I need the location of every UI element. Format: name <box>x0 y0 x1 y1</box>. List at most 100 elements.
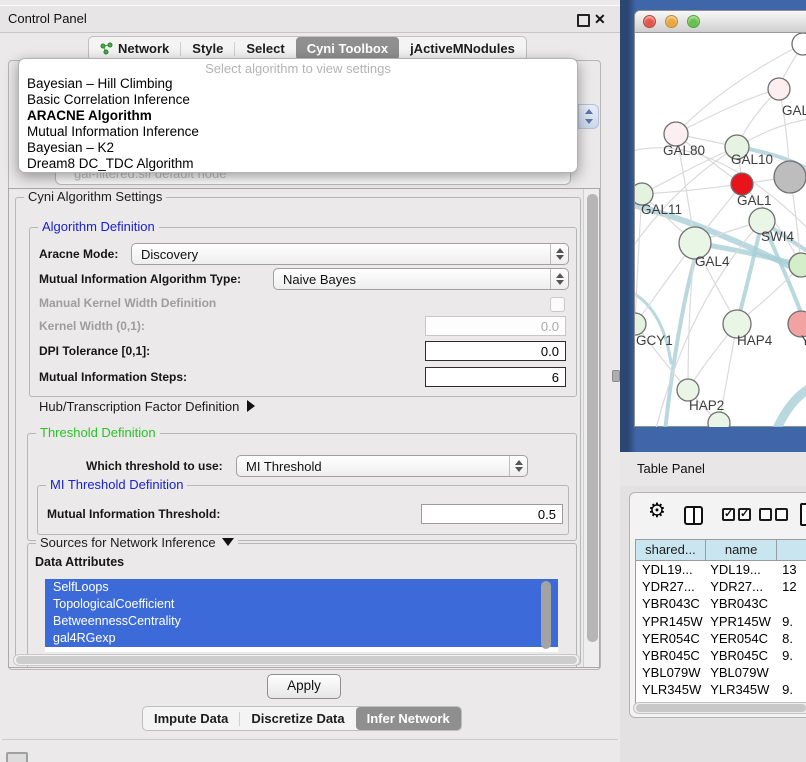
close-traffic-light-icon[interactable] <box>643 15 656 28</box>
zoom-traffic-light-icon[interactable] <box>687 15 700 28</box>
node-unlabeled[interactable] <box>774 161 806 193</box>
attribute-item-topologicalcoefficient[interactable]: TopologicalCoefficient <box>45 596 558 613</box>
table-row[interactable]: YER054CYER054C8. <box>636 630 806 647</box>
table-cell[interactable]: 8. <box>778 630 806 647</box>
kernel-width-input[interactable] <box>425 316 566 336</box>
table-cell[interactable]: YDL19... <box>636 561 706 578</box>
table-cell[interactable]: YDL19... <box>706 561 778 578</box>
tab-style[interactable]: Style <box>181 37 234 60</box>
float-window-icon[interactable] <box>577 14 590 27</box>
algorithm-option-aracne-algorithm[interactable]: ARACNE Algorithm <box>19 108 577 124</box>
settings-scrollbar-thumb[interactable] <box>587 194 598 642</box>
table-cell[interactable]: YBL079W <box>636 664 706 681</box>
aracne-mode-label: Aracne Mode: <box>39 243 118 265</box>
table-cell[interactable]: YBR045C <box>706 647 778 664</box>
table-cell[interactable]: YBR043C <box>636 595 706 612</box>
column-header-shared-name[interactable]: shared... <box>636 540 706 560</box>
manual-kernel-checkbox[interactable] <box>550 297 565 312</box>
hub-definition-toggle[interactable]: Hub/Transcription Factor Definition <box>39 399 255 414</box>
table-row[interactable]: YPR145WYPR145W9. <box>636 613 806 630</box>
algorithm-option-bayesian-hill-climbing[interactable]: Bayesian – Hill Climbing <box>19 76 577 92</box>
table-cell[interactable]: 9. <box>778 681 806 698</box>
table-cell[interactable]: YBR043C <box>706 595 778 612</box>
dpi-tolerance-input[interactable] <box>425 341 566 361</box>
column-header-name[interactable]: name <box>706 540 778 560</box>
gear-icon[interactable]: ⚙ <box>648 498 666 523</box>
column-header-partial[interactable] <box>777 540 806 560</box>
which-threshold-combo[interactable]: MI Threshold <box>236 455 528 477</box>
mi-threshold-input[interactable] <box>421 504 563 524</box>
table-cell[interactable]: 12 <box>778 578 806 595</box>
table-cell[interactable]: YBL079W <box>706 664 778 681</box>
table-scrollbar-thumb[interactable] <box>636 704 806 712</box>
table-row[interactable]: YDL19...YDL19...13 <box>636 561 806 578</box>
table-row[interactable]: YLR345WYLR345W9. <box>636 681 806 698</box>
combo-stepper-icon[interactable] <box>509 456 527 476</box>
node-unlabeled[interactable] <box>789 253 806 277</box>
algorithm-option-dream8-dc-tdc-algorithm[interactable]: Dream8 DC_TDC Algorithm <box>19 156 577 172</box>
tab-infer-network[interactable]: Infer Network <box>356 707 461 730</box>
split-pane-handle[interactable] <box>612 370 620 382</box>
tab-cyni-toolbox[interactable]: Cyni Toolbox <box>296 37 399 60</box>
settings-vertical-scrollbar[interactable] <box>583 189 600 667</box>
algorithm-option-bayesian-k2[interactable]: Bayesian – K2 <box>19 140 577 156</box>
horizontal-scrollbar-thumb[interactable] <box>16 656 577 664</box>
table-row[interactable]: YBR043CYBR043C <box>636 595 806 612</box>
mi-steps-input[interactable] <box>425 367 566 387</box>
attribute-item-betweennesscentrality[interactable]: BetweennessCentrality <box>45 613 558 630</box>
attribute-item-selfloops[interactable]: SelfLoops <box>45 579 558 596</box>
apply-button[interactable]: Apply <box>267 674 341 699</box>
table-cell[interactable]: 9. <box>778 647 806 664</box>
table-horizontal-scrollbar[interactable] <box>633 702 806 714</box>
network-canvas[interactable]: GALGAL80GAL10GAL1GAL11SWI4GAL4GCY1HAP4YH… <box>635 33 806 427</box>
tab-discretize-data[interactable]: Discretize Data <box>240 707 355 730</box>
table-cell[interactable]: YPR145W <box>636 613 706 630</box>
table-body[interactable]: YDL19...YDL19...13YDR27...YDR27...12YBR0… <box>635 561 806 704</box>
table-cell[interactable]: 9. <box>778 613 806 630</box>
network-window-titlebar[interactable] <box>635 11 806 33</box>
network-view-window[interactable]: GALGAL80GAL10GAL1GAL11SWI4GAL4GCY1HAP4YH… <box>634 10 806 427</box>
table-row[interactable]: YBR045CYBR045C9. <box>636 647 806 664</box>
tab-network[interactable]: Network <box>89 37 180 60</box>
table-cell[interactable] <box>778 664 806 681</box>
table-cell[interactable]: YBR045C <box>636 647 706 664</box>
table-cell[interactable]: YLR345W <box>706 681 778 698</box>
tab-jactivemnodules[interactable]: jActiveMNodules <box>399 37 526 60</box>
split-view-icon[interactable] <box>684 506 703 525</box>
combo-stepper-icon[interactable] <box>550 269 568 289</box>
table-header-row[interactable]: shared... name <box>635 539 806 561</box>
mi-algorithm-type-combo[interactable]: Naive Bayes <box>273 268 569 290</box>
tab-select[interactable]: Select <box>235 37 295 60</box>
table-cell[interactable]: 13 <box>778 561 806 578</box>
attribute-item-gal4rgexp[interactable]: gal4RGexp <box>45 630 558 647</box>
table-cell[interactable]: YER054C <box>706 630 778 647</box>
aracne-mode-combo[interactable]: Discovery <box>131 243 569 265</box>
table-cell[interactable]: YPR145W <box>706 613 778 630</box>
table-cell[interactable] <box>778 595 806 612</box>
close-icon[interactable]: ✕ <box>594 10 606 28</box>
data-attributes-list[interactable]: SelfLoopsTopologicalCoefficientBetweenne… <box>45 579 558 652</box>
algorithm-option-mutual-information-inference[interactable]: Mutual Information Inference <box>19 124 577 140</box>
tab-label: Discretize Data <box>251 711 344 726</box>
combo-stepper-icon[interactable] <box>550 244 568 264</box>
table-row[interactable]: YDR27...YDR27...12 <box>636 578 806 595</box>
deselect-all-checkboxes-icon[interactable] <box>759 508 791 526</box>
node-gcy1[interactable] <box>635 313 646 335</box>
minimize-traffic-light-icon[interactable] <box>665 15 678 28</box>
node-gal[interactable] <box>768 78 790 100</box>
horizontal-scrollbar[interactable] <box>13 654 580 666</box>
table-cell[interactable]: YDR27... <box>706 578 778 595</box>
algorithm-option-basic-correlation-inference[interactable]: Basic Correlation Inference <box>19 92 577 108</box>
table-cell[interactable]: YER054C <box>636 630 706 647</box>
node-gal1[interactable] <box>731 173 753 195</box>
table-row[interactable]: YBL079WYBL079W <box>636 664 806 681</box>
node-unlabeled[interactable] <box>792 33 806 55</box>
select-all-checkboxes-icon[interactable] <box>722 508 754 526</box>
new-column-icon[interactable] <box>800 503 806 526</box>
table-cell[interactable]: YDR27... <box>636 578 706 595</box>
table-cell[interactable]: YLR345W <box>636 681 706 698</box>
tab-impute-data[interactable]: Impute Data <box>143 707 239 730</box>
mini-palette-icon[interactable] <box>6 752 28 762</box>
node-table[interactable]: shared... name YDL19...YDL19...13YDR27..… <box>635 539 806 704</box>
list-scrollbar-thumb[interactable] <box>541 581 551 649</box>
